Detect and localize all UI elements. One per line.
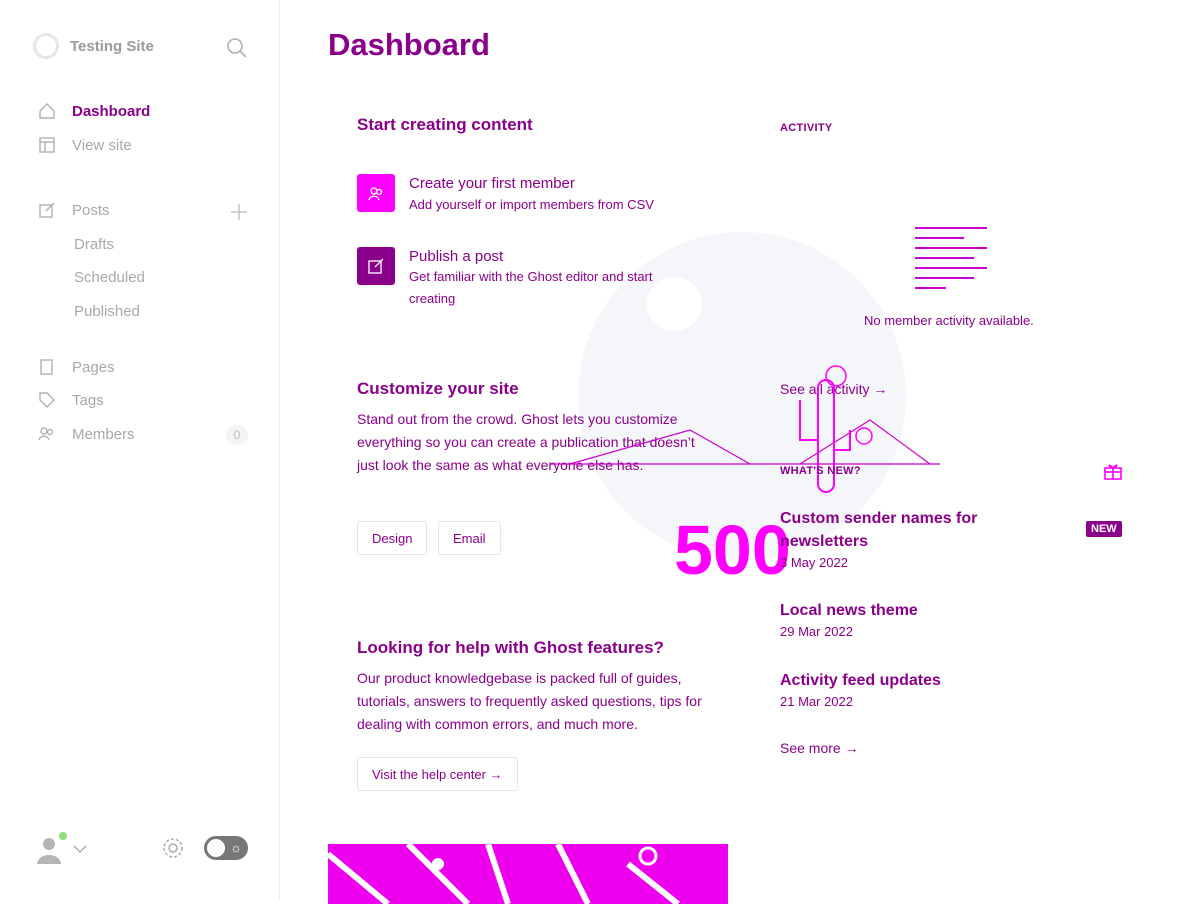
gear-icon[interactable] <box>161 836 185 860</box>
whats-new-label: WHAT'S NEW? <box>780 465 861 477</box>
sidebar-item-members[interactable]: Members <box>38 425 135 443</box>
home-icon <box>38 102 56 120</box>
create-member-link[interactable]: Create your first member <box>409 175 575 192</box>
help-heading: Looking for help with Ghost features? <box>357 638 664 657</box>
sidebar-item-label: Tags <box>72 391 104 409</box>
site-logo-icon <box>33 33 59 59</box>
members-tile-icon <box>357 174 395 212</box>
main-content: Dashboard Start creating content Create … <box>280 0 1200 904</box>
email-button[interactable]: Email <box>438 521 501 555</box>
news-item-title[interactable]: Custom sender names for newsletters <box>780 507 1040 553</box>
members-icon <box>38 425 56 443</box>
gift-icon <box>1103 461 1123 486</box>
customize-heading: Customize your site <box>357 379 519 398</box>
news-item-date: 3 May 2022 <box>780 555 848 570</box>
sidebar-item-label: Posts <box>72 201 110 219</box>
sidebar-item-scheduled[interactable]: Scheduled <box>74 269 145 286</box>
members-count-badge: 0 <box>226 425 248 445</box>
tag-icon <box>38 391 56 409</box>
news-item-date: 21 Mar 2022 <box>780 694 853 709</box>
sidebar-item-posts[interactable]: Posts <box>38 201 110 219</box>
create-member-desc: Add yourself or import members from CSV <box>409 197 654 212</box>
sidebar-item-dashboard[interactable]: Dashboard <box>38 102 150 120</box>
publish-post-link[interactable]: Publish a post <box>409 248 503 265</box>
toggle-knob <box>207 839 225 857</box>
news-item-date: 29 Mar 2022 <box>780 624 853 639</box>
error-code: 500 <box>674 511 791 589</box>
sidebar-item-drafts[interactable]: Drafts <box>74 236 114 253</box>
dark-mode-toggle[interactable]: ☼ <box>204 836 248 860</box>
activity-empty-text: No member activity available. <box>864 313 1034 328</box>
sidebar-item-pages[interactable]: Pages <box>38 358 115 376</box>
publish-post-desc: Get familiar with the Ghost editor and s… <box>409 269 653 306</box>
sidebar-item-label: Pages <box>72 358 115 376</box>
news-item-title[interactable]: Local news theme <box>780 599 918 622</box>
sun-icon: ☼ <box>230 840 242 855</box>
new-badge: NEW <box>1086 521 1122 537</box>
help-text: Our product knowledgebase is packed full… <box>357 670 702 732</box>
add-post-icon[interactable] <box>229 202 249 222</box>
site-name: Testing Site <box>70 37 154 55</box>
sidebar-item-label: Members <box>72 425 135 443</box>
activity-empty-icon <box>914 226 988 295</box>
publish-tile-icon <box>357 247 395 285</box>
sidebar: Testing Site Dashboard View site Posts D… <box>0 0 280 900</box>
news-item-title[interactable]: Activity feed updates <box>780 669 941 692</box>
sidebar-item-view-site[interactable]: View site <box>38 136 132 154</box>
help-center-button[interactable]: Visit the help center → <box>357 757 518 791</box>
search-icon[interactable] <box>226 37 248 59</box>
sidebar-item-tags[interactable]: Tags <box>38 391 104 409</box>
banner-image <box>328 844 728 904</box>
cactus-illustration <box>550 360 950 505</box>
sidebar-item-label: Dashboard <box>72 102 151 120</box>
page-icon <box>38 358 56 376</box>
sidebar-item-label: View site <box>72 136 132 154</box>
start-creating-heading: Start creating content <box>357 115 533 134</box>
sidebar-item-published[interactable]: Published <box>74 303 140 320</box>
see-more-link[interactable]: See more → <box>780 740 859 756</box>
page-title: Dashboard <box>328 27 490 62</box>
design-button[interactable]: Design <box>357 521 428 555</box>
edit-icon <box>38 201 56 219</box>
user-menu[interactable] <box>34 832 92 866</box>
activity-label: ACTIVITY <box>780 122 833 134</box>
layout-icon <box>38 136 56 154</box>
site-brand[interactable]: Testing Site <box>33 33 154 59</box>
